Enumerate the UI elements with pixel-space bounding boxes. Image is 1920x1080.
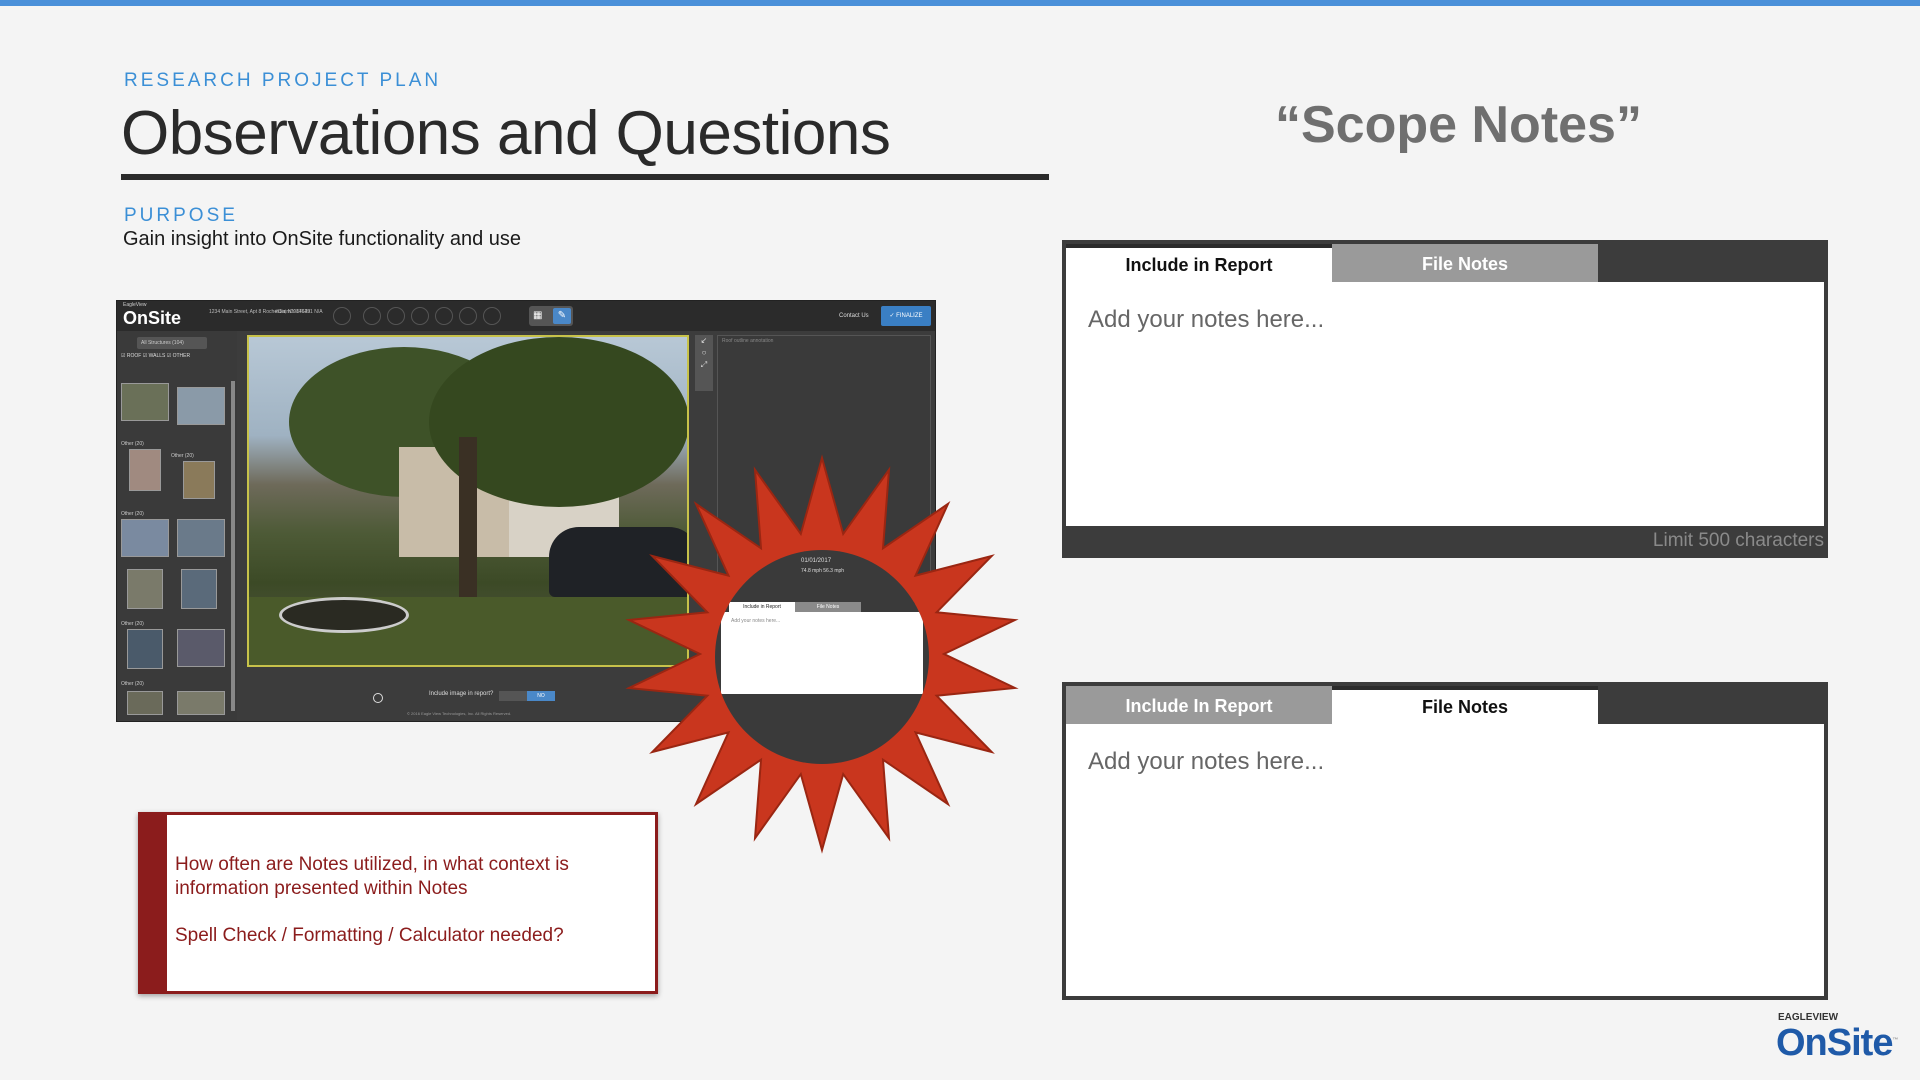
notes-panel-include: Include in Report File Notes Add your no… <box>1062 240 1828 558</box>
photo-thumbnail[interactable] <box>129 449 161 491</box>
drone-icon[interactable] <box>333 307 351 325</box>
tab-include-in-report[interactable]: Include In Report <box>1066 686 1332 726</box>
photo-thumbnail[interactable] <box>177 629 225 667</box>
page-title: Observations and Questions <box>121 99 891 168</box>
app-sidebar: All Structures (104) ☑ ROOF ☑ WALLS ☑ OT… <box>117 331 237 721</box>
notes-textarea[interactable]: Add your notes here... <box>1066 282 1824 526</box>
tab-file-notes[interactable]: File Notes <box>1332 686 1598 726</box>
photo-thumbnail[interactable] <box>177 519 225 557</box>
expand-icon[interactable]: ⤢ <box>695 359 713 371</box>
notes-panel-file: Include In Report File Notes Add your no… <box>1062 682 1828 1000</box>
annotation-tools[interactable]: ↙ ○ ⤢ <box>695 335 713 391</box>
section-label: Other (20) <box>121 511 144 517</box>
include-image-label: Include image in report? <box>429 691 494 697</box>
photo-thumbnail[interactable] <box>183 461 215 499</box>
circle-icon[interactable]: ○ <box>695 347 713 359</box>
app-header: EagleView OnSite 1234 Main Street, Apt 8… <box>117 301 935 331</box>
view-toggle[interactable]: ▦ ✎ <box>529 306 573 326</box>
include-image-toggle[interactable]: NO <box>499 691 555 701</box>
section-label: Other (20) <box>171 453 194 459</box>
section-label: Other (20) <box>121 441 144 447</box>
tool-icon[interactable] <box>483 307 501 325</box>
notes-placeholder: Add your notes here... <box>1088 748 1325 775</box>
zoom-date: 01/01/2017 <box>801 558 832 564</box>
tree-trunk <box>459 437 477 607</box>
structures-dropdown[interactable]: All Structures (104) <box>137 337 207 349</box>
tool-icon[interactable] <box>459 307 477 325</box>
section-label: Other (20) <box>121 681 144 687</box>
questions-box: How often are Notes utilized, in what co… <box>138 812 658 994</box>
flower-bed-shape <box>279 597 409 633</box>
finalize-button[interactable]: ✓ FINALIZE <box>881 306 931 326</box>
logo-brand: EAGLEVIEW <box>1778 1012 1839 1023</box>
question-tools-needed: Spell Check / Formatting / Calculator ne… <box>175 925 564 946</box>
photo-thumbnail[interactable] <box>127 569 163 609</box>
no-option[interactable]: NO <box>527 691 555 701</box>
photo-thumbnail[interactable] <box>127 629 163 669</box>
notes-textarea[interactable]: Add your notes here... <box>1066 724 1824 996</box>
annotation-panel-label: Roof outline annotation <box>722 338 774 344</box>
tab-include-in-report[interactable]: Include in Report <box>1066 244 1332 284</box>
zoom-circle: 01/01/2017 74.8 mph 56.3 mph Include in … <box>715 550 929 764</box>
contact-us-link[interactable]: Contact Us <box>839 313 869 319</box>
tool-icon[interactable] <box>387 307 405 325</box>
purpose-label: PURPOSE <box>124 205 238 226</box>
filter-checkboxes[interactable]: ☑ ROOF ☑ WALLS ☑ OTHER <box>121 353 190 359</box>
photo-thumbnail[interactable] <box>177 387 225 425</box>
tool-icon[interactable] <box>411 307 429 325</box>
questions-stripe <box>141 815 167 991</box>
tab-file-notes[interactable]: File Notes <box>1332 244 1598 284</box>
onsite-logo: EAGLEVIEW OnSite™ <box>1776 1012 1898 1065</box>
tool-icon[interactable] <box>435 307 453 325</box>
app-copyright: © 2016 Eagle View Technologies, Inc. All… <box>407 711 512 716</box>
photo-thumbnail[interactable] <box>127 691 163 715</box>
logo-name: OnSite <box>1776 1022 1893 1064</box>
photo-thumbnail[interactable] <box>181 569 217 609</box>
purpose-text: Gain insight into OnSite functionality a… <box>123 228 522 250</box>
zoom-tab-file-notes[interactable]: File Notes <box>795 602 861 612</box>
scope-notes-title: “Scope Notes” <box>1275 96 1642 154</box>
pencil-icon[interactable]: ✎ <box>553 308 571 324</box>
app-claim: #Claim09876491 N/A <box>275 309 323 315</box>
photo-thumbnail[interactable] <box>177 691 225 715</box>
title-underline <box>121 174 1049 180</box>
tool-icon[interactable] <box>363 307 381 325</box>
notes-placeholder: Add your notes here... <box>1088 306 1325 333</box>
zoom-tab-include[interactable]: Include in Report <box>729 602 795 612</box>
eyebrow-label: RESEARCH PROJECT PLAN <box>124 70 442 91</box>
zoom-wind: 74.8 mph 56.3 mph <box>801 568 845 574</box>
zoom-tabs: Include in Report File Notes <box>729 602 915 612</box>
grid-icon[interactable]: ▦ <box>533 311 543 321</box>
logo-tm: ™ <box>1892 1037 1898 1044</box>
zoom-placeholder: Add your notes here... <box>731 618 781 624</box>
app-logo-text: OnSite <box>123 308 182 328</box>
zoom-notes-area[interactable]: Add your notes here... <box>721 612 923 694</box>
zoom-icon[interactable] <box>373 693 383 703</box>
section-label: Other (20) <box>121 621 144 627</box>
question-notes-usage: How often are Notes utilized, in what co… <box>175 854 569 899</box>
photo-thumbnail[interactable] <box>121 383 169 421</box>
app-logo: EagleView OnSite <box>123 303 181 329</box>
character-limit: Limit 500 characters <box>1652 530 1824 551</box>
arrow-icon[interactable]: ↙ <box>695 335 713 347</box>
top-accent-bar <box>0 0 1920 6</box>
sidebar-scrollbar[interactable] <box>231 381 235 711</box>
photo-thumbnail[interactable] <box>121 519 169 557</box>
